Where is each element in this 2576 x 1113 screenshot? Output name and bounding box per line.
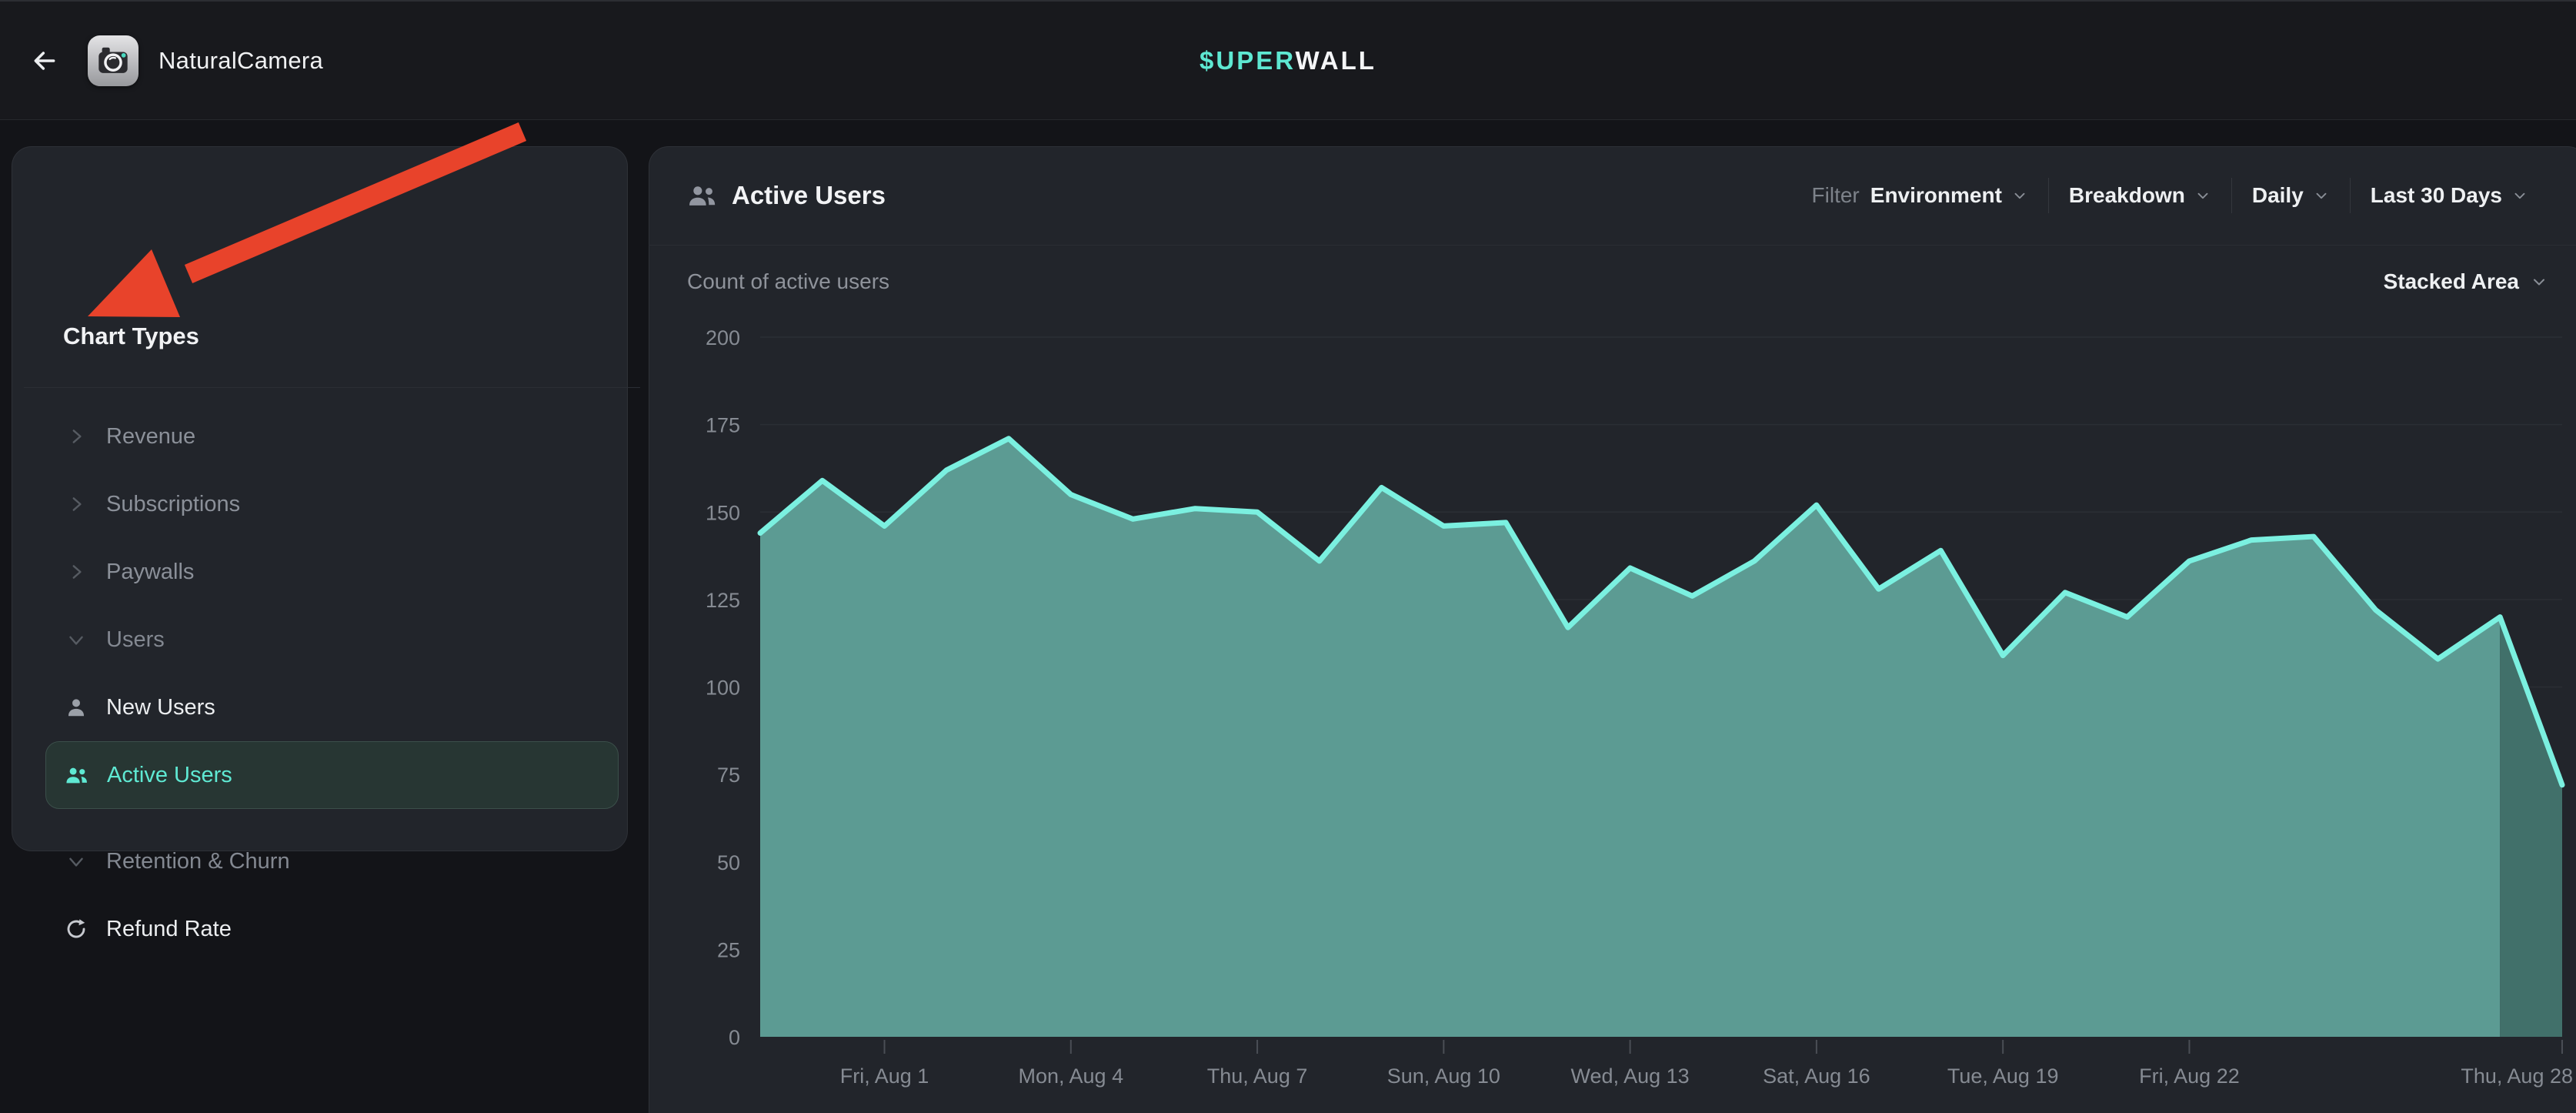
person-icon xyxy=(63,694,89,720)
y-axis-label: 25 xyxy=(717,938,740,961)
arrow-left-icon xyxy=(29,45,60,76)
superwall-logo: $UPERWALL xyxy=(1200,46,1376,75)
chevron-down-icon xyxy=(2530,272,2548,291)
refresh-icon xyxy=(63,916,89,942)
filter-toolbar: Filter Environment Breakdown Daily Last … xyxy=(1792,146,2548,245)
x-axis-label: Fri, Aug 22 xyxy=(2139,1065,2240,1088)
interval-dropdown[interactable]: Daily xyxy=(2232,183,2350,208)
chevron-right-icon xyxy=(63,423,89,450)
stacked-area-chart[interactable]: 0 25 50 75 100 125 150 175 200 Fri, Aug 1 Mon, Aug… xyxy=(677,308,2576,1113)
chevron-down-icon xyxy=(2194,187,2211,204)
sidebar-item-active-users[interactable]: Active Users xyxy=(45,741,619,809)
camera-icon xyxy=(95,43,131,79)
logo-rest: WALL xyxy=(1295,46,1376,75)
app-icon-natural-camera xyxy=(88,35,138,86)
breakdown-dropdown[interactable]: Breakdown xyxy=(2049,183,2231,208)
people-icon xyxy=(64,762,90,788)
sidebar-item-label: Retention & Churn xyxy=(106,849,290,874)
app-name: NaturalCamera xyxy=(158,47,323,75)
chevron-down-icon xyxy=(2011,187,2028,204)
date-range-dropdown[interactable]: Last 30 Days xyxy=(2351,183,2548,208)
x-axis-label: Fri, Aug 1 xyxy=(840,1065,929,1088)
sidebar-item-users[interactable]: Users xyxy=(45,606,619,673)
x-axis-label: Sun, Aug 10 xyxy=(1387,1065,1500,1088)
y-axis-label: 125 xyxy=(706,589,740,612)
y-axis-label: 150 xyxy=(706,501,740,524)
chart-card-header: Active Users Filter Environment Breakdow… xyxy=(649,146,2576,245)
y-axis-label: 50 xyxy=(717,851,740,874)
chevron-down-icon xyxy=(63,848,89,874)
date-range-value: Last 30 Days xyxy=(2371,183,2502,208)
area-fill xyxy=(760,439,2500,1037)
sidebar-item-refund-rate[interactable]: Refund Rate xyxy=(45,895,619,963)
chart-type-dropdown[interactable]: Stacked Area xyxy=(2384,269,2548,294)
logo-accent: $UPER xyxy=(1200,46,1295,75)
x-axis-label: Tue, Aug 19 xyxy=(1947,1065,2059,1088)
sidebar-item-label: Refund Rate xyxy=(106,917,232,942)
area-fill-partial xyxy=(2500,617,2562,1037)
x-axis-label: Wed, Aug 13 xyxy=(1571,1065,1690,1088)
chevron-right-icon xyxy=(63,559,89,585)
sidebar-item-new-users[interactable]: New Users xyxy=(45,673,619,741)
x-axis-label: Thu, Aug 28 xyxy=(2461,1065,2573,1088)
y-axis-label: 0 xyxy=(729,1026,740,1049)
sidebar-item-label: Paywalls xyxy=(106,560,194,585)
chart-subtitle: Count of active users xyxy=(687,269,889,294)
chart-title: Active Users xyxy=(732,181,886,210)
x-axis-label: Mon, Aug 4 xyxy=(1018,1065,1123,1088)
sidebar-item-label: Users xyxy=(106,627,165,653)
chevron-down-icon xyxy=(2313,187,2330,204)
chart-types-title: Chart Types xyxy=(63,323,199,350)
back-button[interactable] xyxy=(22,38,68,84)
y-axis-label: 75 xyxy=(717,764,740,787)
chart-types-panel: Chart Types Revenue Subscriptions Paywal… xyxy=(12,146,628,851)
chevron-down-icon xyxy=(2511,187,2528,204)
sidebar-item-revenue[interactable]: Revenue xyxy=(45,403,619,470)
x-axis-label: Thu, Aug 7 xyxy=(1207,1065,1308,1088)
environment-filter-value: Environment xyxy=(1870,183,2002,208)
filter-label: Filter xyxy=(1812,183,1860,208)
divider xyxy=(24,387,640,388)
sidebar-item-paywalls[interactable]: Paywalls xyxy=(45,538,619,606)
top-bar: NaturalCamera $UPERWALL xyxy=(0,0,2576,120)
chart-type-value: Stacked Area xyxy=(2384,269,2519,294)
sidebar-item-subscriptions[interactable]: Subscriptions xyxy=(45,470,619,538)
breakdown-value: Breakdown xyxy=(2069,183,2185,208)
environment-filter-dropdown[interactable]: Filter Environment xyxy=(1792,183,2048,208)
sidebar-item-label: Revenue xyxy=(106,424,195,450)
x-axis-label: Sat, Aug 16 xyxy=(1763,1065,1870,1088)
chevron-right-icon xyxy=(63,491,89,517)
y-axis-label: 200 xyxy=(706,326,740,349)
sidebar-item-label: New Users xyxy=(106,695,215,720)
sidebar-item-label: Active Users xyxy=(107,763,232,788)
people-icon xyxy=(687,180,718,211)
y-axis-label: 100 xyxy=(706,677,740,700)
chevron-down-icon xyxy=(63,627,89,653)
interval-value: Daily xyxy=(2252,183,2304,208)
sidebar-item-retention-churn[interactable]: Retention & Churn xyxy=(45,827,619,895)
y-axis-label: 175 xyxy=(706,414,740,437)
sidebar-item-label: Subscriptions xyxy=(106,492,240,517)
